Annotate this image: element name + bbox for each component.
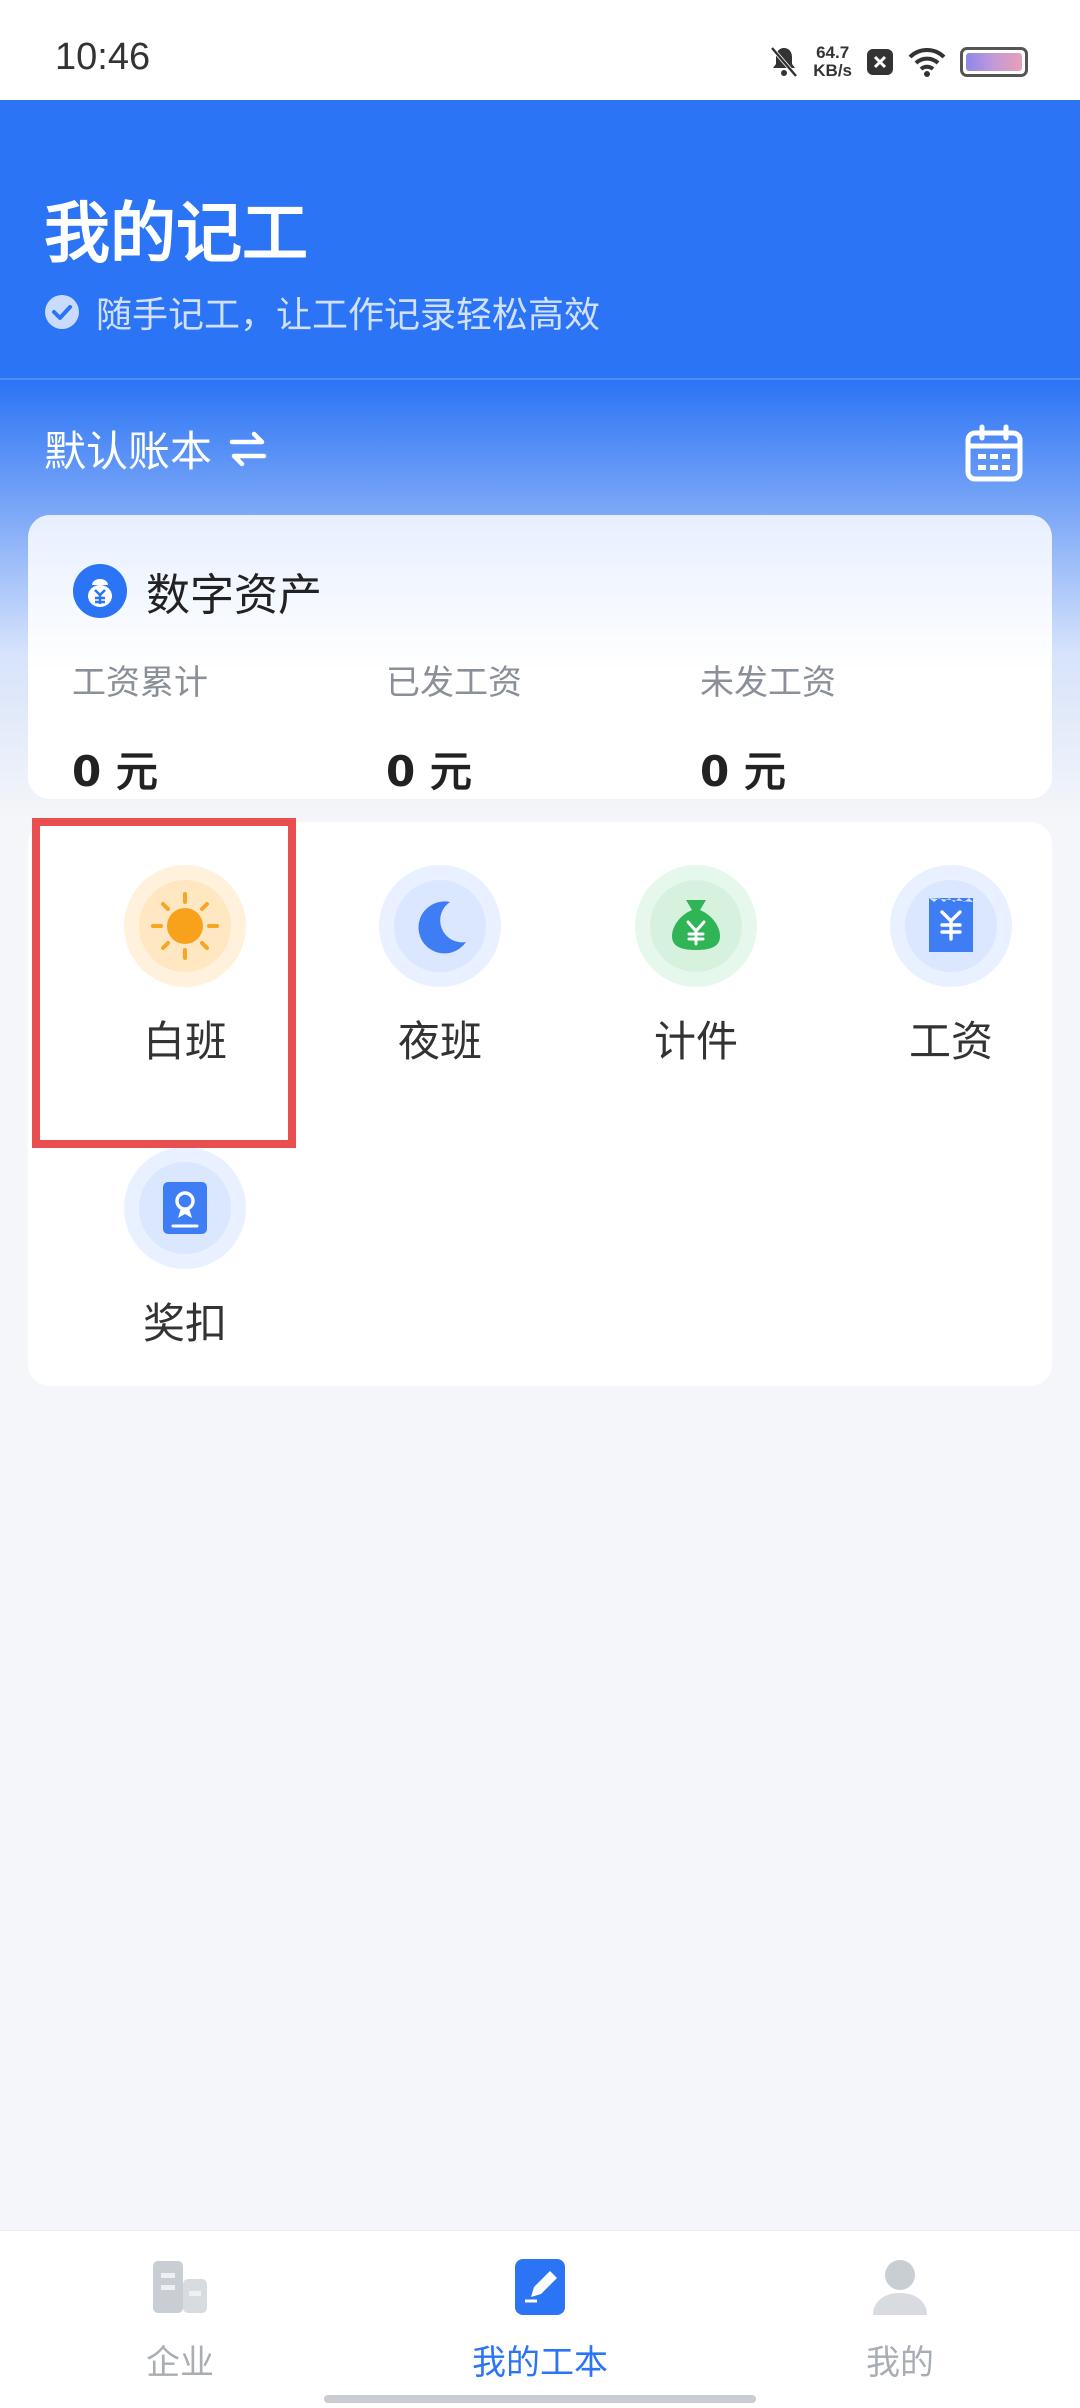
swap-icon bbox=[229, 431, 267, 466]
stat-label: 工资累计 bbox=[72, 663, 208, 703]
calendar-icon[interactable] bbox=[964, 424, 1024, 484]
moon-icon bbox=[379, 865, 501, 987]
nav-label: 我的 bbox=[866, 2343, 934, 2383]
wage-receipt-icon bbox=[890, 865, 1012, 987]
stat-label: 已发工资 bbox=[386, 663, 522, 703]
func-label: 夜班 bbox=[397, 1017, 482, 1066]
mute-bell-icon bbox=[770, 46, 798, 78]
stat-total-wage: 工资累计 0 元 bbox=[72, 655, 208, 799]
nav-label: 企业 bbox=[146, 2343, 214, 2383]
ledger-switcher[interactable]: 默认账本 bbox=[44, 418, 268, 479]
status-time: 10:46 bbox=[55, 36, 151, 78]
nav-mine[interactable]: 我的 bbox=[800, 2253, 1000, 2384]
status-bar: 10:46 64.7 KB/s bbox=[0, 0, 1080, 100]
network-speed: 64.7 KB/s bbox=[813, 43, 852, 80]
stat-paid-wage: 已发工资 0 元 bbox=[386, 655, 522, 799]
edit-note-icon bbox=[515, 2259, 565, 2315]
nav-label: 我的工本 bbox=[472, 2343, 608, 2383]
nav-enterprise[interactable]: 企业 bbox=[80, 2253, 280, 2384]
func-label: 工资 bbox=[908, 1017, 993, 1066]
app-header: 我的记工 随手记工，让工作记录轻松高效 bbox=[0, 100, 1080, 380]
building-icon bbox=[153, 2261, 207, 2313]
assets-header: 数字资产 bbox=[72, 559, 322, 623]
battery-icon bbox=[960, 47, 1028, 77]
notification-x-icon bbox=[867, 49, 893, 75]
bottom-nav: 企业 我的工本 我的 bbox=[0, 2230, 1080, 2408]
page-title: 我的记工 bbox=[44, 195, 308, 272]
stat-label: 未发工资 bbox=[700, 663, 836, 703]
digital-assets-card: 数字资产 工资累计 0 元 已发工资 0 元 未发工资 0 元 bbox=[28, 515, 1052, 799]
home-indicator[interactable] bbox=[324, 2395, 756, 2403]
stat-unpaid-wage: 未发工资 0 元 bbox=[700, 655, 836, 799]
status-icons: 64.7 KB/s bbox=[769, 40, 1028, 84]
reward-penalty-icon bbox=[124, 1147, 246, 1269]
person-icon bbox=[873, 2260, 927, 2315]
page-subtitle: 随手记工，让工作记录轻松高效 bbox=[96, 295, 601, 336]
stat-value: 0 元 bbox=[700, 747, 786, 796]
ledger-name: 默认账本 bbox=[44, 427, 213, 476]
stat-value: 0 元 bbox=[386, 747, 472, 796]
func-label: 奖扣 bbox=[142, 1299, 227, 1348]
check-circle-icon bbox=[45, 295, 79, 329]
selection-highlight bbox=[32, 818, 296, 1148]
yuan-coin-icon bbox=[73, 564, 127, 618]
nav-my-workbook[interactable]: 我的工本 bbox=[440, 2253, 640, 2384]
func-wage[interactable]: 工资 bbox=[856, 864, 1046, 1069]
func-night-shift[interactable]: 夜班 bbox=[345, 864, 535, 1069]
subtitle-row: 随手记工，让工作记录轻松高效 bbox=[44, 286, 600, 338]
func-reward-penalty[interactable]: 奖扣 bbox=[90, 1146, 280, 1351]
money-bag-icon bbox=[635, 865, 757, 987]
func-piece-work[interactable]: 计件 bbox=[601, 864, 791, 1069]
stat-value: 0 元 bbox=[72, 747, 158, 796]
wifi-icon bbox=[908, 47, 946, 77]
func-label: 计件 bbox=[653, 1017, 738, 1066]
assets-title: 数字资产 bbox=[146, 570, 322, 621]
